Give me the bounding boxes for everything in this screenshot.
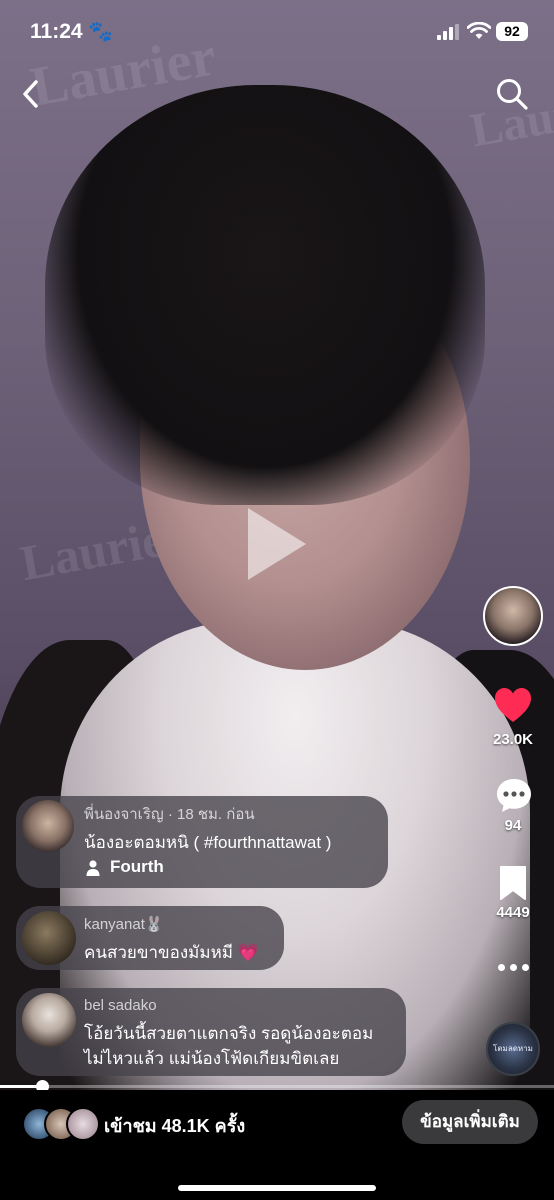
commenter-avatar[interactable]: [22, 911, 76, 965]
video-subject-hair: [45, 85, 485, 505]
person-icon: [86, 860, 100, 876]
bookmark-icon[interactable]: [498, 865, 528, 901]
comment-bubble: bel sadako โอ้ยวันนี้สวยตาแตกจริง รอดูน้…: [16, 988, 406, 1076]
post-author-time: พี่นองจาเริญ · 18 ชม. ก่อน: [84, 806, 255, 823]
music-label: โตมลดหาม: [493, 1044, 533, 1053]
more-options-icon[interactable]: [492, 958, 536, 978]
commenter-avatar[interactable]: [22, 993, 76, 1047]
paw-icon: 🐾: [88, 21, 113, 43]
comment-username: bel sadako: [84, 997, 157, 1014]
video-progress-bar[interactable]: [0, 1080, 554, 1093]
back-chevron-icon[interactable]: [14, 74, 50, 114]
heart-icon[interactable]: [493, 686, 533, 726]
status-bar: 11:24 🐾 92: [0, 0, 554, 66]
bottom-bar: เข้าชม 48.1K ครั้ง ข้อมูลเพิ่มเติม: [0, 1090, 554, 1200]
like-count: 23.0K: [492, 731, 534, 748]
post-info-bubble[interactable]: พี่นองจาเริญ · 18 ชม. ก่อน น้องอะตอมหนิ …: [16, 796, 388, 888]
comment-text: โอ้ยวันนี้สวยตาแตกจริง รอดูน้องอะตอม: [84, 1024, 374, 1043]
music-disc[interactable]: โตมลดหาม: [486, 1022, 540, 1076]
viewer-avatar: [66, 1107, 100, 1141]
play-icon[interactable]: [248, 508, 306, 580]
battery-icon: 92: [496, 22, 528, 41]
search-icon[interactable]: [494, 76, 530, 112]
poster-avatar[interactable]: [22, 800, 74, 852]
creator-avatar[interactable]: [483, 586, 543, 646]
comment-icon[interactable]: [495, 777, 533, 815]
clock: 11:24: [30, 20, 83, 43]
save-count: 4449: [496, 904, 530, 921]
comment-count: 94: [504, 817, 522, 834]
wifi-icon: [467, 22, 491, 39]
comment-username: kanyanat🐰: [84, 916, 164, 933]
comment-text: คนสวยขาของมัมหมี 💗: [84, 943, 259, 962]
comment-text: ไม่ไหวแล้ว แม่น้องโฟ้ดเกียมขิตเลย: [84, 1049, 340, 1068]
home-indicator: [178, 1185, 376, 1191]
cellular-signal-icon: [437, 24, 459, 40]
comment-bubble: kanyanat🐰 คนสวยขาของมัมหมี 💗: [16, 906, 284, 970]
more-info-button[interactable]: ข้อมูลเพิ่มเติม: [402, 1100, 538, 1144]
view-count: เข้าชม 48.1K ครั้ง: [104, 1116, 246, 1136]
tagged-person[interactable]: Fourth: [110, 857, 164, 877]
post-caption: น้องอะตอมหนิ ( #fourthnattawat ): [84, 833, 332, 852]
